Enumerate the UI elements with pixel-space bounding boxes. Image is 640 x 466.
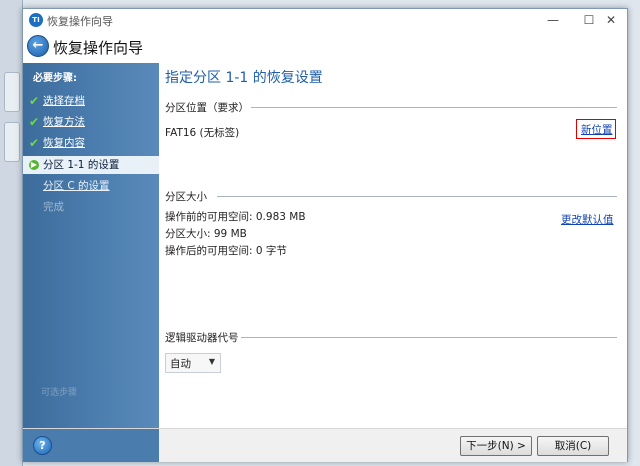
new-location-link[interactable]: 新位置 — [581, 122, 613, 137]
help-icon[interactable]: ? — [33, 436, 52, 455]
acronis-app-icon: TI — [29, 13, 43, 27]
step-label: 恢复内容 — [43, 137, 85, 149]
step-label: 分区 C 的设置 — [43, 180, 110, 192]
chevron-down-icon: ▼ — [208, 357, 215, 366]
section-divider — [241, 337, 617, 338]
partition-size-heading: 分区大小 — [165, 191, 207, 203]
next-button[interactable]: 下一步(N) > — [460, 436, 532, 456]
step-select-archive[interactable]: ✔ 选择存档 — [23, 92, 159, 110]
recovery-wizard-window: TI 恢复操作向导 — ☐ ✕ ← 恢复操作向导 必要步骤: ✔ 选择存档 ✔ … — [22, 8, 628, 462]
step-label: 完成 — [43, 201, 64, 213]
wizard-header: ← 恢复操作向导 — [23, 31, 627, 63]
cancel-button[interactable]: 取消(C) — [537, 436, 609, 456]
window-title: 恢复操作向导 — [47, 15, 113, 28]
step-partition-c-settings[interactable]: 分区 C 的设置 — [23, 177, 159, 195]
close-button[interactable]: ✕ — [597, 11, 625, 29]
step-recovery-method[interactable]: ✔ 恢复方法 — [23, 113, 159, 131]
optional-steps-label: 可选步骤 — [41, 388, 78, 398]
current-step-arrow-icon: ▶ — [29, 160, 39, 170]
step-label: 恢复方法 — [43, 116, 85, 128]
partition-location-heading: 分区位置（要求） — [165, 102, 249, 114]
required-steps-label: 必要步骤: — [33, 73, 77, 84]
wizard-steps-sidebar: 必要步骤: ✔ 选择存档 ✔ 恢复方法 ✔ 恢复内容 ▶ 分区 1-1 的设置 … — [23, 63, 159, 428]
settings-panel: 指定分区 1-1 的恢复设置 分区位置（要求） FAT16 (无标签) 新位置 … — [159, 63, 627, 428]
background-tab — [4, 72, 20, 112]
step-finish: 完成 — [23, 198, 159, 216]
wizard-title: 恢复操作向导 — [53, 39, 144, 57]
section-divider — [217, 196, 617, 197]
drive-letter-heading: 逻辑驱动器代号 — [165, 332, 239, 344]
free-space-after: 操作后的可用空间: 0 字节 — [165, 245, 287, 257]
section-divider — [251, 107, 617, 108]
background-side-strip — [0, 0, 23, 466]
drive-letter-value: 自动 — [170, 358, 191, 370]
partition-location-value: FAT16 (无标签) — [165, 127, 240, 139]
checkmark-icon: ✔ — [29, 94, 40, 108]
step-label: 分区 1-1 的设置 — [43, 159, 120, 171]
wizard-footer: ? 下一步(N) > 取消(C) — [23, 428, 627, 462]
step-partition-1-1-settings[interactable]: ▶ 分区 1-1 的设置 — [23, 156, 159, 174]
background-tab — [4, 122, 20, 162]
change-default-link[interactable]: 更改默认值 — [561, 212, 614, 227]
checkmark-icon: ✔ — [29, 136, 40, 150]
minimize-button[interactable]: — — [539, 11, 567, 29]
step-label: 选择存档 — [43, 95, 85, 107]
checkmark-icon: ✔ — [29, 115, 40, 129]
page-title: 指定分区 1-1 的恢复设置 — [165, 70, 323, 86]
back-arrow-icon[interactable]: ← — [27, 35, 49, 57]
free-space-before: 操作前的可用空间: 0.983 MB — [165, 211, 306, 223]
footer-sidebar-area: ? — [23, 429, 159, 462]
drive-letter-select[interactable]: 自动 ▼ — [165, 353, 221, 373]
partition-size-value: 分区大小: 99 MB — [165, 228, 247, 240]
step-recovery-content[interactable]: ✔ 恢复内容 — [23, 134, 159, 152]
title-bar: TI 恢复操作向导 — ☐ ✕ — [23, 9, 627, 31]
